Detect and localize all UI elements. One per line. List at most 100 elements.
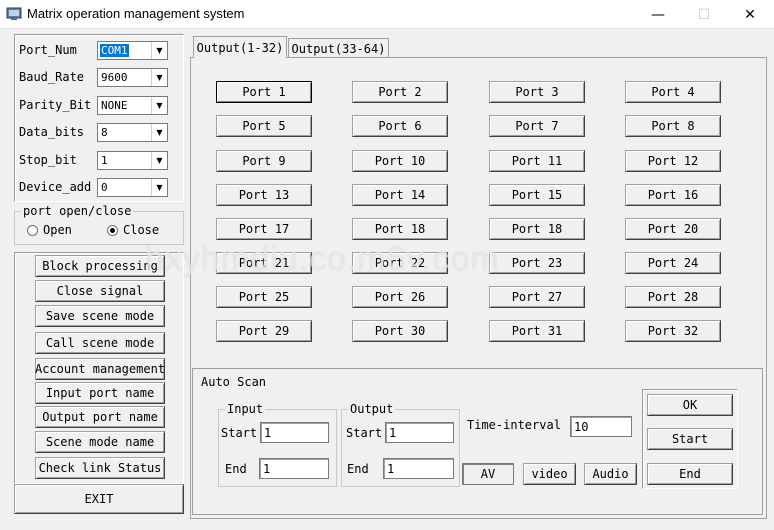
- port-button[interactable]: Port 3: [489, 81, 585, 103]
- input-start-field[interactable]: 1: [260, 422, 329, 443]
- port-button[interactable]: Port 5: [216, 115, 312, 137]
- output-end-value: 1: [387, 462, 395, 476]
- port-button[interactable]: Port 14: [352, 184, 448, 206]
- port-button[interactable]: Port 13: [216, 184, 312, 206]
- port-button[interactable]: Port 8: [625, 115, 721, 137]
- parity-bit-label: Parity_Bit: [19, 98, 92, 112]
- input-range-title: Input: [225, 402, 266, 416]
- port-open-close-title: port open/close: [21, 204, 134, 218]
- scene-mode-name-button[interactable]: Scene mode name: [35, 431, 165, 453]
- port-button[interactable]: Port 21: [216, 252, 312, 274]
- port-button[interactable]: Port 9: [216, 150, 312, 172]
- input-port-name-button[interactable]: Input port name: [35, 382, 165, 404]
- port-button[interactable]: Port 29: [216, 320, 312, 342]
- input-start-label: Start: [221, 426, 258, 440]
- stop-bit-value: 1: [101, 154, 108, 167]
- port-button[interactable]: Port 25: [216, 286, 312, 308]
- port-num-label: Port_Num: [19, 43, 77, 57]
- open-label[interactable]: Open: [43, 223, 72, 237]
- chevron-down-icon[interactable]: ▼: [151, 97, 167, 114]
- close-radio[interactable]: [107, 225, 118, 236]
- baud-rate-select[interactable]: 9600 ▼: [97, 68, 168, 87]
- input-end-field[interactable]: 1: [259, 458, 329, 479]
- port-button[interactable]: Port 11: [489, 150, 585, 172]
- port-button[interactable]: Port 24: [625, 252, 721, 274]
- port-button[interactable]: Port 26: [352, 286, 448, 308]
- port-button[interactable]: Port 15: [489, 184, 585, 206]
- close-label[interactable]: Close: [123, 223, 159, 237]
- account-management-button[interactable]: Account management: [35, 358, 165, 380]
- port-button[interactable]: Port 27: [489, 286, 585, 308]
- chevron-down-icon[interactable]: ▼: [151, 179, 167, 196]
- port-button[interactable]: Port 28: [625, 286, 721, 308]
- chevron-down-icon[interactable]: ▼: [151, 69, 167, 86]
- parity-bit-select[interactable]: NONE ▼: [97, 96, 168, 115]
- data-bits-select[interactable]: 8 ▼: [97, 123, 168, 142]
- output-end-label: End: [347, 462, 369, 476]
- chevron-down-icon[interactable]: ▼: [151, 124, 167, 141]
- port-button[interactable]: Port 6: [352, 115, 448, 137]
- input-range-group: Input Start 1 End 1: [218, 402, 337, 487]
- serial-settings-panel: Port_Num COM1 ▼ Baud_Rate 9600 ▼ Parity_…: [14, 34, 184, 202]
- port-button[interactable]: Port 18: [489, 218, 585, 240]
- port-button[interactable]: Port 1: [216, 81, 312, 103]
- port-button[interactable]: Port 7: [489, 115, 585, 137]
- check-link-status-button[interactable]: Check link Status: [35, 457, 165, 479]
- device-add-select[interactable]: 0 ▼: [97, 178, 168, 197]
- end-button[interactable]: End: [647, 463, 733, 485]
- av-button[interactable]: AV: [462, 463, 514, 485]
- chevron-down-icon[interactable]: ▼: [151, 42, 167, 59]
- port-button[interactable]: Port 12: [625, 150, 721, 172]
- output-port-name-button[interactable]: Output port name: [35, 406, 165, 428]
- close-signal-button[interactable]: Close signal: [35, 280, 165, 302]
- title-bar[interactable]: Matrix operation management system — ☐ ✕: [0, 0, 774, 29]
- exit-button[interactable]: EXIT: [14, 484, 184, 514]
- data-bits-label: Data_bits: [19, 125, 85, 139]
- time-interval-label: Time-interval: [467, 418, 561, 432]
- port-button[interactable]: Port 17: [216, 218, 312, 240]
- save-scene-mode-button[interactable]: Save scene mode: [35, 305, 165, 327]
- output-start-value: 1: [389, 426, 397, 440]
- port-button[interactable]: Port 4: [625, 81, 721, 103]
- port-num-select[interactable]: COM1 ▼: [97, 41, 168, 60]
- output-start-field[interactable]: 1: [385, 422, 454, 443]
- port-button[interactable]: Port 22: [352, 252, 448, 274]
- tab-output-33-64[interactable]: Output(33-64): [288, 38, 389, 58]
- output-range-title: Output: [348, 402, 396, 416]
- port-button[interactable]: Port 16: [625, 184, 721, 206]
- close-icon[interactable]: ✕: [727, 0, 773, 29]
- baud-rate-value: 9600: [101, 71, 128, 84]
- input-end-value: 1: [263, 462, 271, 476]
- port-button[interactable]: Port 31: [489, 320, 585, 342]
- time-interval-value: 10: [574, 420, 589, 434]
- port-button[interactable]: Port 10: [352, 150, 448, 172]
- ok-button[interactable]: OK: [647, 394, 733, 416]
- auto-scan-title: Auto Scan: [199, 375, 269, 389]
- app-icon: [6, 7, 22, 20]
- port-button[interactable]: Port 32: [625, 320, 721, 342]
- port-button[interactable]: Port 18: [352, 218, 448, 240]
- minimize-icon[interactable]: —: [635, 0, 681, 29]
- chevron-down-icon[interactable]: ▼: [151, 152, 167, 169]
- output-range-group: Output Start 1 End 1: [341, 402, 460, 487]
- port-open-close-group: port open/close Open Close: [14, 204, 184, 245]
- maximize-icon[interactable]: ☐: [681, 0, 727, 29]
- start-button[interactable]: Start: [647, 428, 733, 450]
- tab-output-1-32[interactable]: Output(1-32): [193, 36, 287, 58]
- port-button[interactable]: Port 23: [489, 252, 585, 274]
- stop-bit-select[interactable]: 1 ▼: [97, 151, 168, 170]
- block-processing-button[interactable]: Block processing: [35, 255, 165, 277]
- scan-control-panel: OK Start End: [642, 389, 738, 489]
- port-button[interactable]: Port 20: [625, 218, 721, 240]
- port-num-value: COM1: [100, 44, 129, 57]
- audio-button[interactable]: Audio: [584, 463, 637, 485]
- time-interval-field[interactable]: 10: [570, 416, 632, 437]
- output-end-field[interactable]: 1: [383, 458, 454, 479]
- device-add-value: 0: [101, 181, 108, 194]
- open-radio[interactable]: [27, 225, 38, 236]
- call-scene-mode-button[interactable]: Call scene mode: [35, 332, 165, 354]
- parity-bit-value: NONE: [101, 99, 128, 112]
- video-button[interactable]: video: [523, 463, 576, 485]
- port-button[interactable]: Port 2: [352, 81, 448, 103]
- port-button[interactable]: Port 30: [352, 320, 448, 342]
